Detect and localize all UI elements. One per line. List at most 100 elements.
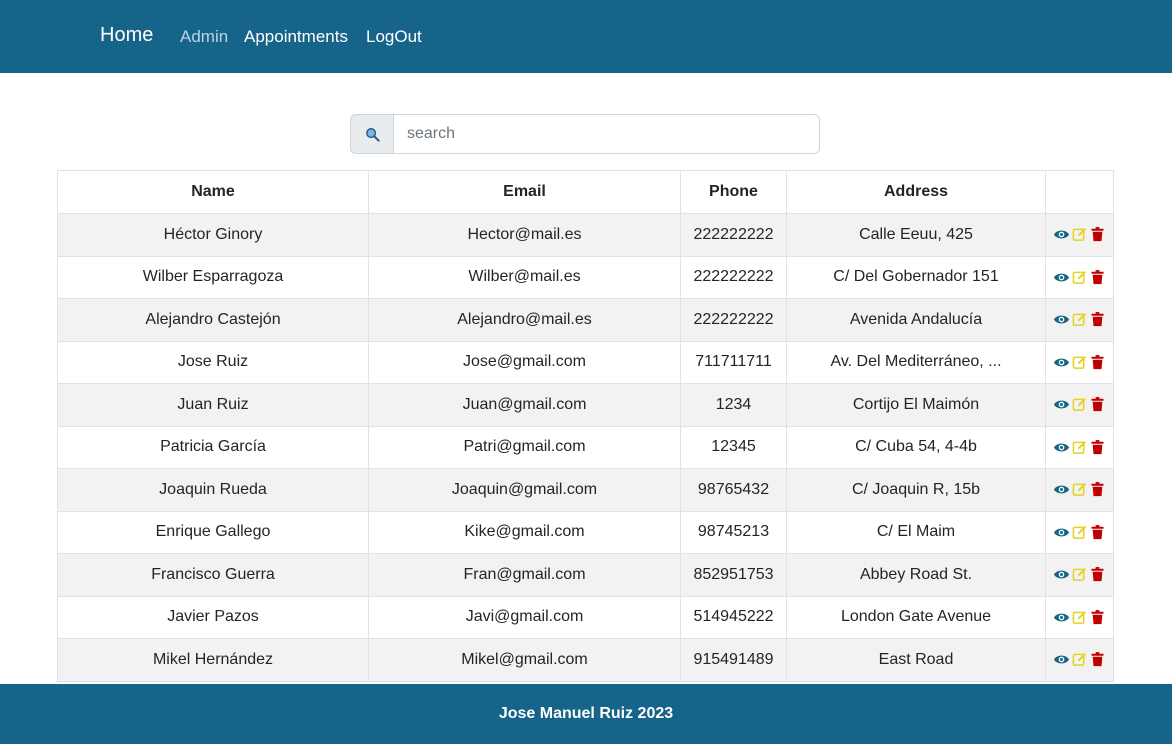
eye-icon <box>1053 655 1070 664</box>
view-button[interactable] <box>1053 651 1070 668</box>
edit-icon <box>1072 610 1087 624</box>
edit-icon <box>1072 653 1087 667</box>
edit-button[interactable] <box>1071 439 1088 456</box>
table-row: Mikel Hernández Mikel@gmail.com 915491489 E… <box>57 638 1114 682</box>
cell-address: C/ El Maim <box>786 510 1046 554</box>
eye-icon <box>1053 358 1070 367</box>
trash-icon <box>1091 439 1104 454</box>
edit-icon <box>1072 313 1087 327</box>
edit-button[interactable] <box>1071 269 1088 286</box>
table-row: Wilber Esparragoza Wilber@mail.es 22222222… <box>57 255 1114 299</box>
table-row: Francisco Guerra Fran@gmail.com 852951753 A… <box>57 553 1114 597</box>
delete-button[interactable] <box>1089 226 1106 243</box>
row-actions <box>1047 311 1113 328</box>
view-button[interactable] <box>1053 524 1070 541</box>
view-button[interactable] <box>1053 226 1070 243</box>
row-actions <box>1047 566 1113 583</box>
search-input[interactable] <box>393 114 820 154</box>
cell-phone: 12345 <box>680 425 787 469</box>
cell-email: Kike@gmail.com <box>368 510 681 554</box>
delete-button[interactable] <box>1089 609 1106 626</box>
users-table: Name Email Phone Address Héctor Ginory He… <box>57 170 1114 682</box>
delete-button[interactable] <box>1089 439 1106 456</box>
edit-button[interactable] <box>1071 226 1088 243</box>
view-button[interactable] <box>1053 354 1070 371</box>
edit-button[interactable] <box>1071 524 1088 541</box>
delete-button[interactable] <box>1089 566 1106 583</box>
row-actions <box>1047 269 1113 286</box>
cell-address: Av. Del Mediterráneo, ... <box>786 340 1046 384</box>
delete-button[interactable] <box>1089 396 1106 413</box>
cell-phone: 915491489 <box>680 638 787 682</box>
cell-phone: 852951753 <box>680 553 787 597</box>
edit-icon <box>1072 355 1087 369</box>
delete-button[interactable] <box>1089 311 1106 328</box>
view-button[interactable] <box>1053 311 1070 328</box>
delete-button[interactable] <box>1089 524 1106 541</box>
top-navbar: Home Admin Appointments LogOut <box>0 0 1172 73</box>
cell-phone: 711711711 <box>680 340 787 384</box>
view-button[interactable] <box>1053 439 1070 456</box>
view-button[interactable] <box>1053 396 1070 413</box>
cell-actions <box>1045 553 1114 597</box>
trash-icon <box>1091 269 1104 284</box>
cell-phone: 222222222 <box>680 255 787 299</box>
edit-button[interactable] <box>1071 609 1088 626</box>
view-button[interactable] <box>1053 481 1070 498</box>
cell-name: Juan Ruiz <box>57 383 369 427</box>
table-header-row: Name Email Phone Address <box>57 170 1114 214</box>
cell-name: Javier Pazos <box>57 595 369 639</box>
table-row: Javier Pazos Javi@gmail.com 514945222 Londo… <box>57 595 1114 639</box>
cell-name: Enrique Gallego <box>57 510 369 554</box>
trash-icon <box>1091 567 1104 582</box>
cell-name: Alejandro Castejón <box>57 298 369 342</box>
cell-phone: 222222222 <box>680 213 787 257</box>
cell-phone: 514945222 <box>680 595 787 639</box>
row-actions <box>1047 439 1113 456</box>
cell-actions <box>1045 298 1114 342</box>
view-button[interactable] <box>1053 269 1070 286</box>
delete-button[interactable] <box>1089 481 1106 498</box>
edit-button[interactable] <box>1071 354 1088 371</box>
edit-icon <box>1072 525 1087 539</box>
cell-address: Cortijo El Maimón <box>786 383 1046 427</box>
eye-icon <box>1053 485 1070 494</box>
nav-appointments-link[interactable]: Appointments <box>244 27 348 47</box>
nav-admin-link[interactable]: Admin <box>180 27 228 47</box>
row-actions <box>1047 396 1113 413</box>
delete-button[interactable] <box>1089 651 1106 668</box>
cell-email: Patri@gmail.com <box>368 425 681 469</box>
trash-icon <box>1091 524 1104 539</box>
cell-phone: 98745213 <box>680 510 787 554</box>
nav-logout-link[interactable]: LogOut <box>366 27 422 47</box>
trash-icon <box>1091 312 1104 327</box>
delete-button[interactable] <box>1089 354 1106 371</box>
cell-actions <box>1045 468 1114 512</box>
edit-button[interactable] <box>1071 481 1088 498</box>
cell-actions <box>1045 255 1114 299</box>
cell-email: Fran@gmail.com <box>368 553 681 597</box>
trash-icon <box>1091 397 1104 412</box>
view-button[interactable] <box>1053 566 1070 583</box>
cell-email: Joaquin@gmail.com <box>368 468 681 512</box>
trash-icon <box>1091 609 1104 624</box>
edit-icon <box>1072 483 1087 497</box>
nav-home-link[interactable]: Home <box>100 24 153 47</box>
column-header-phone: Phone <box>680 170 787 214</box>
edit-button[interactable] <box>1071 311 1088 328</box>
table-row: Héctor Ginory Hector@mail.es 222222222 Call… <box>57 213 1114 257</box>
table-row: Enrique Gallego Kike@gmail.com 98745213 C/ … <box>57 510 1114 554</box>
cell-email: Javi@gmail.com <box>368 595 681 639</box>
cell-address: Avenida Andalucía <box>786 298 1046 342</box>
row-actions <box>1047 524 1113 541</box>
cell-actions <box>1045 340 1114 384</box>
edit-button[interactable] <box>1071 651 1088 668</box>
edit-icon <box>1072 440 1087 454</box>
cell-address: Calle Eeuu, 425 <box>786 213 1046 257</box>
view-button[interactable] <box>1053 609 1070 626</box>
delete-button[interactable] <box>1089 269 1106 286</box>
edit-button[interactable] <box>1071 396 1088 413</box>
edit-button[interactable] <box>1071 566 1088 583</box>
search-icon-addon <box>350 114 393 154</box>
row-actions <box>1047 651 1113 668</box>
